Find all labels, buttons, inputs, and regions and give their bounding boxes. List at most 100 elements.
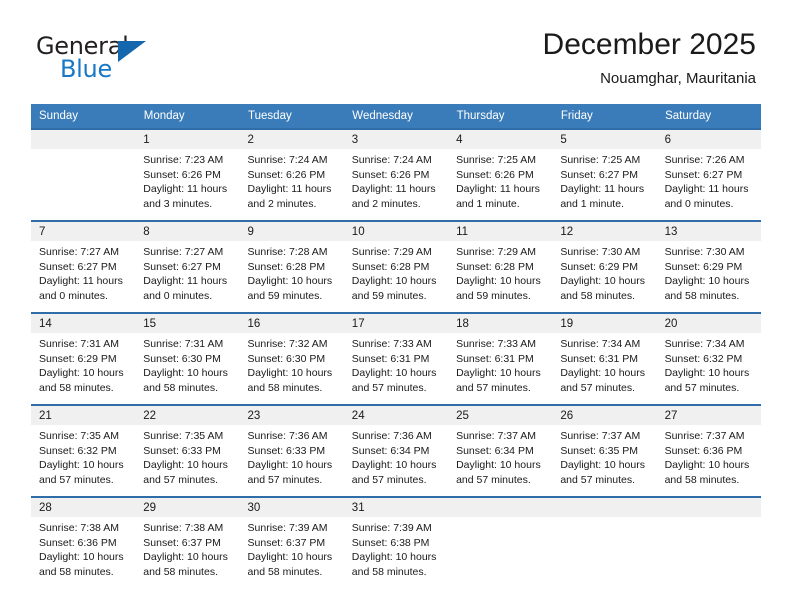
day-number (552, 498, 657, 517)
day-detail-line: Sunrise: 7:30 AM (560, 246, 641, 258)
calendar-day-cell[interactable]: 21 Sunrise: 7:35 AM Sunset: 6:32 PM Dayligh… (31, 404, 136, 497)
calendar-day-cell[interactable]: 18 Sunrise: 7:33 AM Sunset: 6:31 PM Dayligh… (448, 312, 553, 405)
day-detail-line: and 57 minutes. (247, 473, 323, 486)
day-detail-line: Sunrise: 7:36 AM (351, 430, 432, 442)
day-detail-line: and 57 minutes. (39, 473, 114, 486)
day-details: Sunrise: 7:25 AM Sunset: 6:26 PM Daylight:… (448, 149, 552, 211)
day-number: 11 (448, 222, 553, 241)
brand-logo[interactable]: General Blue (36, 32, 166, 88)
calendar-day-cell[interactable]: 11 Sunrise: 7:29 AM Sunset: 6:28 PM Dayligh… (448, 220, 553, 313)
calendar-day-cell[interactable]: 31 Sunrise: 7:39 AM Sunset: 6:38 PM Dayligh… (343, 496, 449, 588)
day-detail-line: Sunset: 6:34 PM (351, 444, 430, 457)
day-detail-line: Sunrise: 7:37 AM (664, 430, 745, 442)
calendar-week-row: 28 Sunrise: 7:38 AM Sunset: 6:36 PM Dayligh… (31, 496, 761, 588)
calendar-day-cell[interactable]: 4 Sunrise: 7:25 AM Sunset: 6:26 PM Daylight… (448, 128, 553, 221)
calendar-day-cell[interactable]: 7 Sunrise: 7:27 AM Sunset: 6:27 PM Daylight… (31, 220, 136, 313)
calendar-day-cell[interactable]: 6 Sunrise: 7:26 AM Sunset: 6:27 PM Daylight… (656, 128, 761, 221)
calendar-day-cell[interactable]: 9 Sunrise: 7:28 AM Sunset: 6:28 PM Daylight… (239, 220, 344, 313)
day-details: Sunrise: 7:39 AM Sunset: 6:38 PM Daylight:… (344, 517, 448, 579)
day-number: 17 (343, 314, 449, 333)
calendar-day-cell[interactable]: 19 Sunrise: 7:34 AM Sunset: 6:31 PM Dayligh… (552, 312, 657, 405)
calendar-day-cell[interactable]: 22 Sunrise: 7:35 AM Sunset: 6:33 PM Dayligh… (135, 404, 240, 497)
day-detail-line: Sunset: 6:35 PM (560, 444, 638, 457)
day-details: Sunrise: 7:36 AM Sunset: 6:33 PM Daylight:… (240, 425, 344, 487)
day-number (31, 130, 136, 149)
calendar-day-cell[interactable]: 3 Sunrise: 7:24 AM Sunset: 6:26 PM Daylight… (343, 128, 449, 221)
day-detail-line: Sunset: 6:37 PM (247, 536, 326, 549)
day-number: 2 (239, 130, 344, 149)
day-number (448, 498, 553, 517)
day-detail-line: Daylight: 10 hours (143, 367, 228, 379)
calendar-day-cell[interactable]: 20 Sunrise: 7:34 AM Sunset: 6:32 PM Dayligh… (656, 312, 761, 405)
day-detail-line: Sunrise: 7:25 AM (560, 154, 641, 166)
calendar-day-cell[interactable]: 29 Sunrise: 7:38 AM Sunset: 6:37 PM Dayligh… (135, 496, 240, 588)
day-detail-line: Daylight: 10 hours (560, 367, 645, 379)
day-detail-line: Sunrise: 7:28 AM (247, 246, 328, 258)
day-number: 16 (239, 314, 344, 333)
day-detail-line: Sunrise: 7:38 AM (39, 522, 119, 534)
weekday-header-monday: Monday (135, 104, 241, 129)
day-detail-line: Sunset: 6:26 PM (247, 168, 326, 181)
day-detail-line: Sunset: 6:27 PM (664, 168, 743, 181)
day-detail-line: Sunrise: 7:31 AM (39, 338, 119, 350)
day-detail-line: Sunset: 6:32 PM (664, 352, 743, 365)
day-detail-line: Sunrise: 7:33 AM (456, 338, 537, 350)
calendar-day-cell[interactable]: 12 Sunrise: 7:30 AM Sunset: 6:29 PM Dayligh… (552, 220, 657, 313)
calendar-day-cell[interactable]: 5 Sunrise: 7:25 AM Sunset: 6:27 PM Daylight… (552, 128, 657, 221)
calendar-day-cell[interactable]: 8 Sunrise: 7:27 AM Sunset: 6:27 PM Daylight… (135, 220, 240, 313)
page-header: General Blue December 2025 Nouamghar, Ma… (0, 0, 792, 100)
day-detail-line: Sunrise: 7:34 AM (664, 338, 745, 350)
day-detail-line: Sunset: 6:26 PM (351, 168, 430, 181)
day-detail-line: and 58 minutes. (664, 289, 740, 302)
day-detail-line: Sunset: 6:28 PM (351, 260, 430, 273)
calendar-day-cell[interactable]: 26 Sunrise: 7:37 AM Sunset: 6:35 PM Dayligh… (552, 404, 657, 497)
day-detail-line: Daylight: 10 hours (456, 367, 541, 379)
calendar-day-cell[interactable]: 13 Sunrise: 7:30 AM Sunset: 6:29 PM Dayligh… (656, 220, 761, 313)
calendar-day-cell[interactable]: 30 Sunrise: 7:39 AM Sunset: 6:37 PM Dayligh… (239, 496, 344, 588)
day-detail-line: and 57 minutes. (560, 381, 636, 394)
day-detail-line: and 58 minutes. (351, 565, 427, 578)
day-detail-line: and 57 minutes. (351, 381, 427, 394)
day-detail-line: Daylight: 10 hours (456, 459, 541, 471)
calendar-day-cell[interactable]: 1 Sunrise: 7:23 AM Sunset: 6:26 PM Daylight… (135, 128, 240, 221)
day-detail-line: Daylight: 10 hours (560, 275, 645, 287)
day-number: 20 (656, 314, 761, 333)
calendar-day-cell-empty (552, 496, 657, 588)
calendar-day-cell[interactable]: 23 Sunrise: 7:36 AM Sunset: 6:33 PM Dayligh… (239, 404, 344, 497)
day-detail-line: Sunrise: 7:35 AM (143, 430, 224, 442)
calendar-day-cell[interactable]: 25 Sunrise: 7:37 AM Sunset: 6:34 PM Dayligh… (448, 404, 553, 497)
day-details: Sunrise: 7:29 AM Sunset: 6:28 PM Daylight:… (448, 241, 552, 303)
day-details: Sunrise: 7:35 AM Sunset: 6:33 PM Daylight:… (135, 425, 239, 487)
day-number: 1 (135, 130, 240, 149)
calendar-day-cell[interactable]: 15 Sunrise: 7:31 AM Sunset: 6:30 PM Dayligh… (135, 312, 240, 405)
day-detail-line: Sunrise: 7:27 AM (39, 246, 119, 258)
brand-name-blue: Blue (60, 55, 112, 83)
day-number: 12 (552, 222, 657, 241)
calendar-day-cell[interactable]: 17 Sunrise: 7:33 AM Sunset: 6:31 PM Dayligh… (343, 312, 449, 405)
day-detail-line: and 58 minutes. (143, 381, 218, 394)
day-detail-line: Sunrise: 7:33 AM (351, 338, 432, 350)
day-detail-line: Sunrise: 7:29 AM (456, 246, 537, 258)
day-detail-line: and 58 minutes. (247, 381, 323, 394)
calendar-day-cell[interactable]: 24 Sunrise: 7:36 AM Sunset: 6:34 PM Dayligh… (343, 404, 449, 497)
calendar-day-cell[interactable]: 10 Sunrise: 7:29 AM Sunset: 6:28 PM Dayligh… (343, 220, 449, 313)
calendar-day-cell[interactable]: 14 Sunrise: 7:31 AM Sunset: 6:29 PM Dayligh… (31, 312, 136, 405)
calendar-day-cell[interactable]: 27 Sunrise: 7:37 AM Sunset: 6:36 PM Dayligh… (656, 404, 761, 497)
day-number: 10 (343, 222, 449, 241)
day-details: Sunrise: 7:27 AM Sunset: 6:27 PM Daylight:… (31, 241, 135, 303)
calendar-day-cell[interactable]: 2 Sunrise: 7:24 AM Sunset: 6:26 PM Daylight… (239, 128, 344, 221)
day-detail-line: Sunrise: 7:24 AM (351, 154, 432, 166)
calendar-day-cell[interactable]: 28 Sunrise: 7:38 AM Sunset: 6:36 PM Dayligh… (31, 496, 136, 588)
calendar-day-cell[interactable]: 16 Sunrise: 7:32 AM Sunset: 6:30 PM Dayligh… (239, 312, 344, 405)
day-detail-line: Daylight: 11 hours (39, 275, 123, 287)
day-detail-line: and 59 minutes. (351, 289, 427, 302)
day-number: 26 (552, 406, 657, 425)
day-details: Sunrise: 7:31 AM Sunset: 6:29 PM Daylight:… (31, 333, 135, 395)
day-detail-line: Sunrise: 7:36 AM (247, 430, 328, 442)
calendar-page: General Blue December 2025 Nouamghar, Ma… (0, 0, 792, 612)
day-detail-line: Sunrise: 7:24 AM (247, 154, 328, 166)
day-detail-line: Sunset: 6:28 PM (247, 260, 326, 273)
day-number: 5 (552, 130, 657, 149)
day-detail-line: Daylight: 11 hours (143, 275, 228, 287)
day-detail-line: Sunrise: 7:29 AM (351, 246, 432, 258)
